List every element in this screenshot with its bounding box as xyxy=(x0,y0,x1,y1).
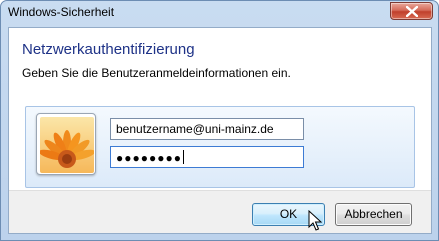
dialog-window: Windows-Sicherheit Netzwerkauthentifizie… xyxy=(0,0,439,241)
password-mask: ●●●●●●●● xyxy=(116,151,182,165)
window-title: Windows-Sicherheit xyxy=(8,5,115,19)
credential-tile: benutzername@uni-mainz.de ●●●●●●●● xyxy=(25,106,415,188)
dialog-heading: Netzwerkauthentifizierung xyxy=(22,41,195,58)
username-field[interactable]: benutzername@uni-mainz.de xyxy=(110,118,304,140)
title-bar[interactable]: Windows-Sicherheit xyxy=(1,1,438,26)
text-caret xyxy=(182,150,184,164)
mouse-pointer-icon xyxy=(308,210,322,231)
cancel-button[interactable]: Abbrechen xyxy=(335,203,412,226)
button-bar: OK Abbrechen xyxy=(9,190,431,233)
close-button[interactable] xyxy=(390,2,433,20)
flower-avatar-icon xyxy=(40,117,94,173)
dialog-instructions: Geben Sie die Benutzeranmeldeinformation… xyxy=(22,66,291,80)
dialog-content: Netzwerkauthentifizierung Geben Sie die … xyxy=(8,27,432,234)
close-icon xyxy=(406,6,418,17)
avatar xyxy=(36,113,96,175)
password-field[interactable]: ●●●●●●●● xyxy=(110,146,304,168)
